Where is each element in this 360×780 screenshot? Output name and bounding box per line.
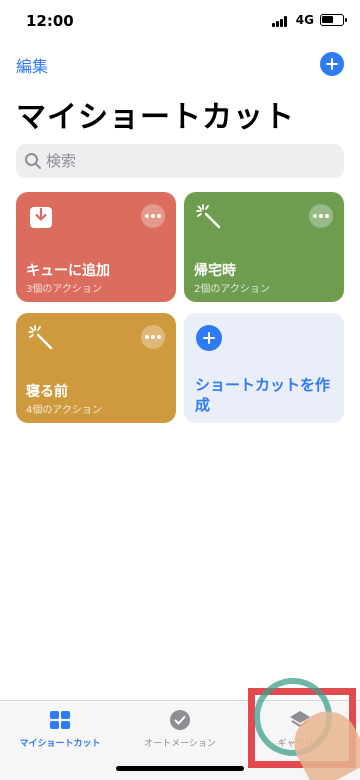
create-shortcut-card[interactable]: ショートカットを作成 (184, 313, 344, 423)
shortcut-card-home[interactable]: 帰宅時 2個のアクション (184, 192, 344, 302)
tab-automation[interactable]: オートメーション (120, 701, 240, 757)
add-shortcut-button[interactable] (320, 52, 344, 76)
tab-my-shortcuts[interactable]: マイショートカット (0, 701, 120, 757)
tab-label: オートメーション (144, 739, 216, 749)
shortcut-card-queue[interactable]: キューに追加 3個のアクション (16, 192, 176, 302)
home-indicator (116, 766, 244, 771)
shortcut-card-bedtime[interactable]: 寝る前 4個のアクション (16, 313, 176, 423)
plus-icon (196, 325, 222, 351)
network-type: 4G (295, 13, 314, 27)
shortcut-title: 帰宅時 (194, 263, 236, 279)
status-bar: 12:00 4G (0, 0, 360, 44)
signal-icon (272, 16, 290, 27)
magic-wand-icon (28, 325, 53, 350)
search-icon (25, 153, 41, 169)
shortcut-title: 寝る前 (26, 384, 68, 400)
page-title: マイショートカット (16, 100, 295, 135)
more-options-button[interactable] (309, 204, 333, 228)
more-options-button[interactable] (141, 325, 165, 349)
shortcut-action-count: 3個のアクション (26, 284, 102, 295)
battery-level (322, 16, 333, 23)
clock-check-icon (170, 710, 190, 730)
status-time: 12:00 (26, 12, 74, 30)
more-options-button[interactable] (141, 204, 165, 228)
battery-icon (320, 14, 347, 26)
tab-label: マイショートカット (19, 739, 101, 749)
shortcut-action-count: 2個のアクション (194, 284, 270, 295)
edit-button[interactable]: 編集 (16, 53, 48, 77)
shortcut-title: キューに追加 (26, 263, 110, 279)
create-shortcut-label: ショートカットを作成 (195, 376, 331, 414)
grid-icon (50, 711, 70, 729)
search-bar[interactable] (16, 144, 344, 178)
download-tray-icon (30, 207, 52, 228)
shortcut-action-count: 4個のアクション (26, 405, 102, 416)
magic-wand-icon (196, 204, 221, 229)
search-input[interactable] (46, 144, 336, 178)
